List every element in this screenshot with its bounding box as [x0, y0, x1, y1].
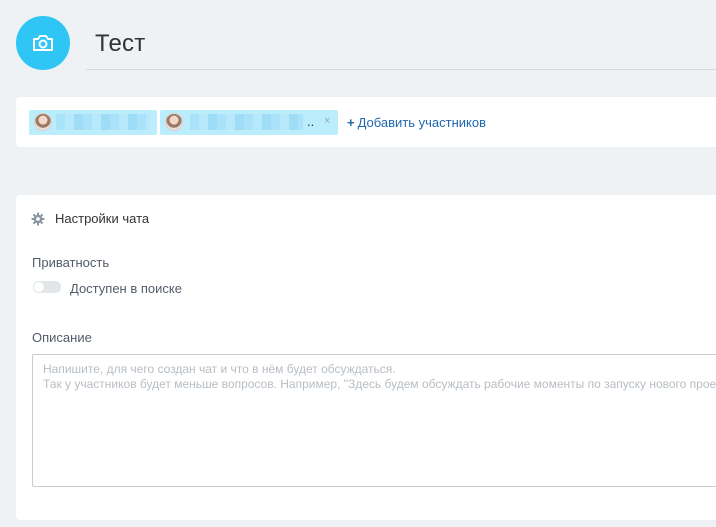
chat-settings-panel: Настройки чата Приватность Доступен в по… [16, 195, 716, 520]
search-visibility-label: Доступен в поиске [70, 281, 182, 296]
chat-title: Тест [95, 30, 146, 57]
description-placeholder-line-1: Напишите, для чего создан чат и что в нё… [43, 362, 396, 376]
member-chip[interactable]: .. × [160, 110, 338, 135]
settings-header: Настройки чата [31, 211, 149, 226]
member-name-blurred [56, 114, 150, 130]
toggle-knob [34, 282, 44, 292]
description-textarea[interactable]: Напишите, для чего создан чат и что в нё… [32, 354, 716, 487]
add-members-label: Добавить участников [357, 115, 487, 130]
privacy-label: Приватность [32, 255, 110, 270]
settings-title: Настройки чата [55, 211, 150, 226]
description-label: Описание [32, 330, 92, 345]
search-visibility-toggle[interactable] [33, 281, 61, 293]
plus-icon: + [347, 115, 355, 130]
member-chip[interactable] [29, 110, 157, 135]
remove-member-icon[interactable]: × [324, 115, 330, 127]
member-avatar [165, 113, 183, 131]
member-name-truncation: .. [307, 114, 315, 129]
gear-icon [31, 212, 45, 225]
description-placeholder-line-2: Так у участников будет меньше вопросов. … [43, 377, 716, 391]
chat-title-field[interactable]: Тест [86, 18, 716, 70]
member-avatar [34, 113, 52, 131]
chat-avatar-button[interactable] [16, 16, 70, 70]
member-name-blurred [190, 114, 303, 130]
add-members-link[interactable]: + Добавить участников [347, 115, 486, 130]
camera-icon [33, 35, 53, 51]
members-panel: .. × + Добавить участников [16, 97, 716, 147]
